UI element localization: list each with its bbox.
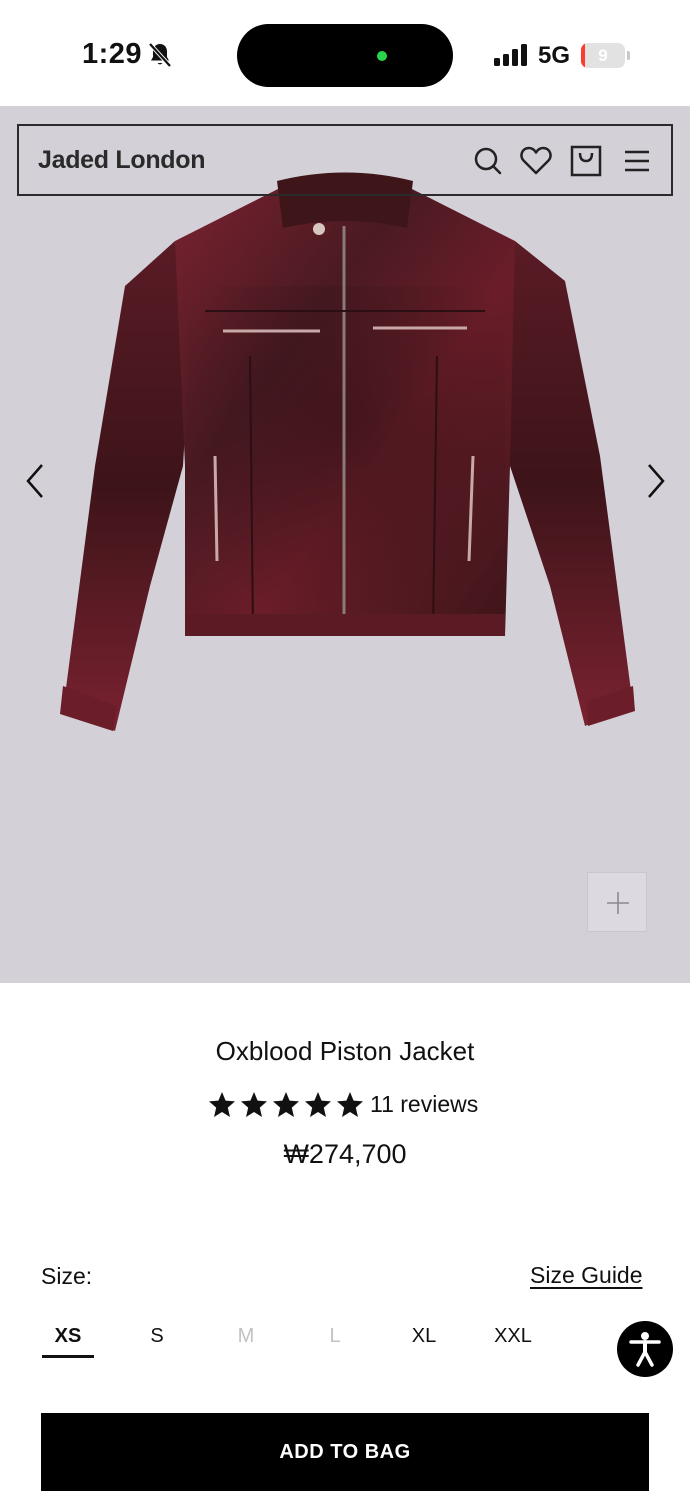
chevron-right-icon[interactable] [641, 459, 671, 503]
product-gallery[interactable]: Jaded London [0, 106, 690, 983]
bell-slash-icon [148, 42, 172, 68]
dynamic-island [237, 24, 453, 87]
brand-logo[interactable]: Jaded London [38, 146, 206, 175]
size-option-l[interactable]: L [291, 1318, 379, 1358]
zoom-button[interactable] [587, 872, 647, 932]
bag-icon[interactable] [569, 144, 603, 178]
chevron-left-icon[interactable] [20, 459, 50, 503]
accessibility-icon [629, 1332, 661, 1367]
product-price: ₩274,700 [283, 1139, 407, 1169]
status-bar: 1:29 5G 9 [0, 0, 690, 106]
battery-icon: 9 [581, 43, 625, 68]
camera-indicator [377, 51, 387, 61]
product-image[interactable] [55, 166, 640, 736]
heart-icon[interactable] [519, 144, 553, 178]
star-icon [209, 1091, 235, 1117]
search-icon[interactable] [471, 144, 505, 178]
star-icon [305, 1091, 331, 1117]
size-option-xl[interactable]: XL [380, 1318, 468, 1358]
menu-icon[interactable] [620, 144, 654, 178]
accessibility-button[interactable] [617, 1321, 673, 1377]
product-title: Oxblood Piston Jacket [215, 1036, 475, 1066]
signal-icon [494, 44, 527, 66]
star-rating [208, 1091, 364, 1118]
size-option-xxl[interactable]: XXL [469, 1318, 557, 1358]
add-to-bag-button[interactable]: ADD TO BAG [41, 1413, 649, 1491]
star-icon [241, 1091, 267, 1117]
star-icon [337, 1091, 363, 1117]
reviews-link[interactable]: 11 reviews [370, 1091, 478, 1118]
star-icon [273, 1091, 299, 1117]
battery-tip [627, 51, 630, 60]
status-time: 1:29 [82, 38, 143, 70]
network-type: 5G [538, 42, 571, 69]
battery-level: 9 [598, 46, 608, 65]
plus-icon [607, 892, 629, 914]
size-option-xs[interactable]: XS [24, 1318, 112, 1358]
size-option-s[interactable]: S [113, 1318, 201, 1358]
site-header: Jaded London [17, 124, 673, 196]
size-label: Size: [41, 1263, 93, 1289]
size-option-m[interactable]: M [202, 1318, 290, 1358]
product-rating[interactable]: 11 reviews [208, 1087, 478, 1121]
size-guide-link[interactable]: Size Guide [530, 1262, 643, 1289]
